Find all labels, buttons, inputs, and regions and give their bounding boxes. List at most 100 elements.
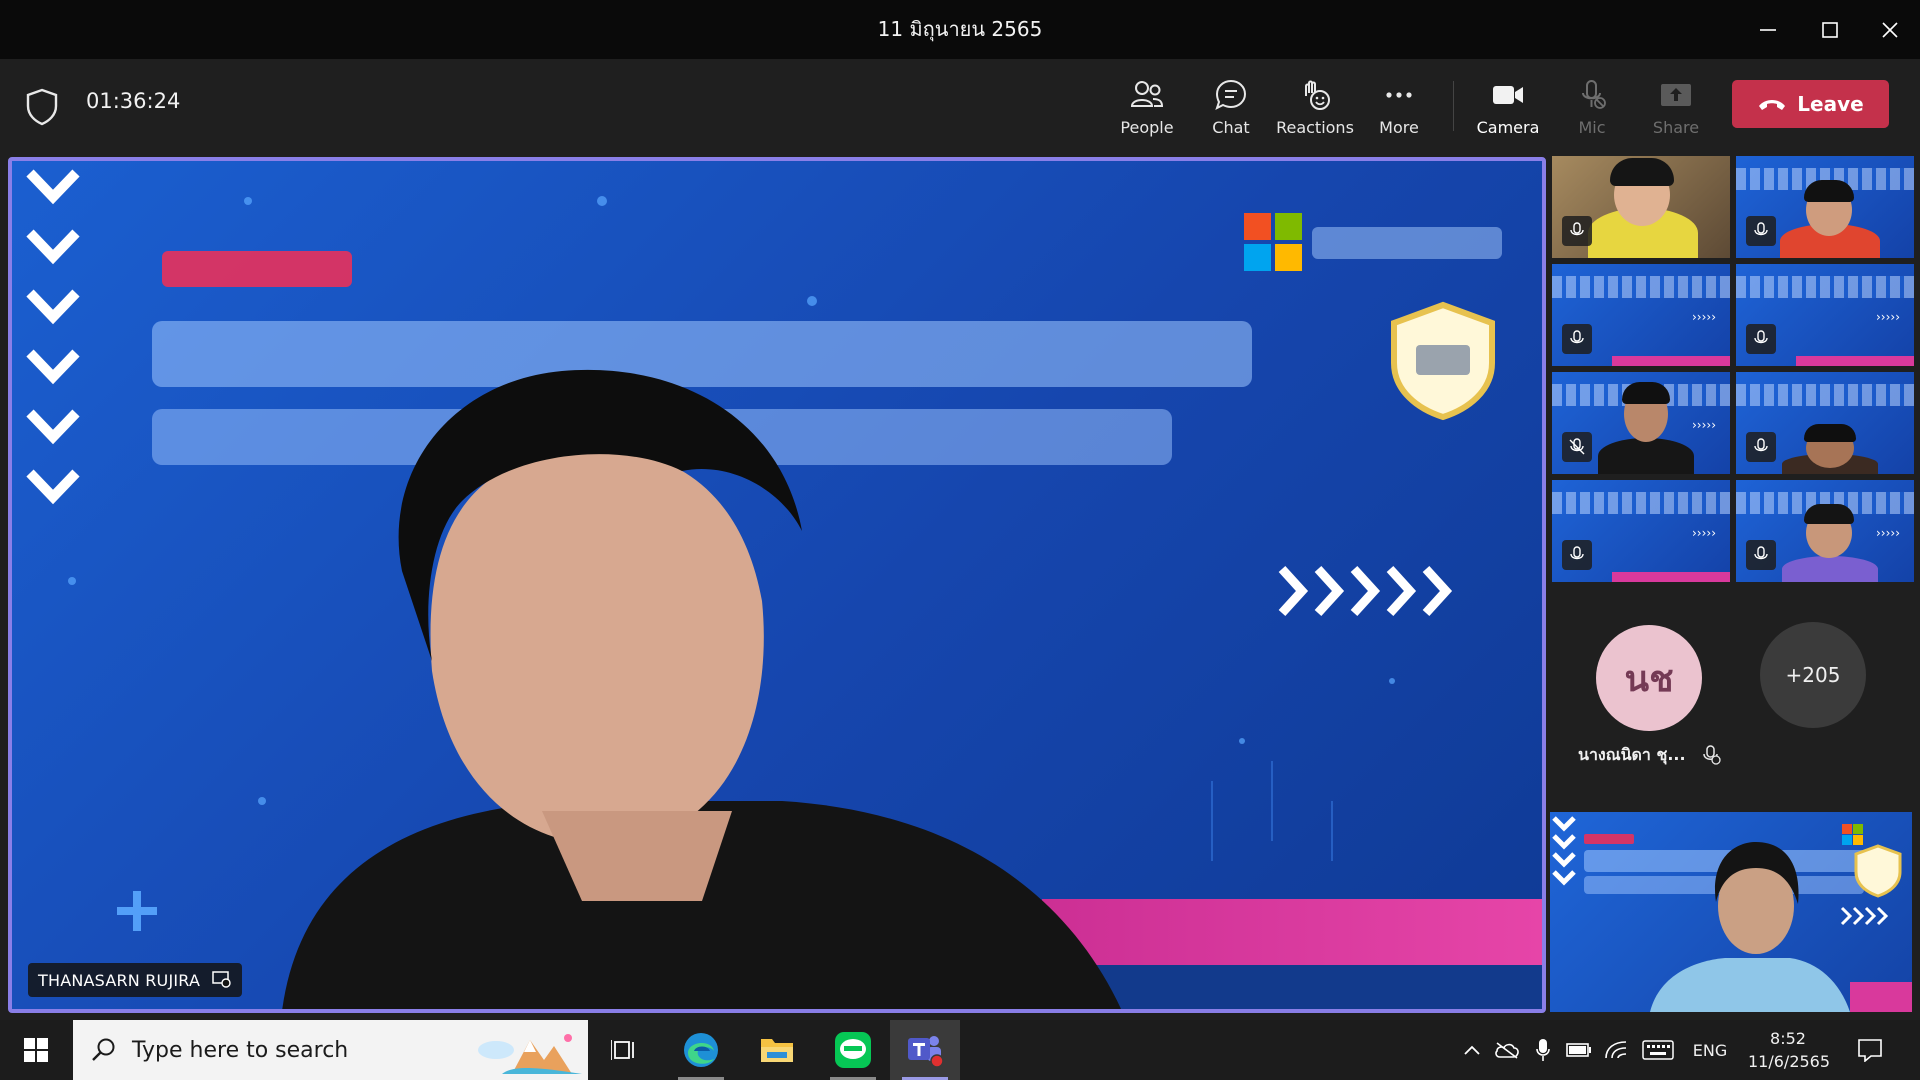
clock-time: 8:52 <box>1770 1029 1806 1048</box>
search-icon <box>92 1038 115 1061</box>
notifications-button[interactable] <box>1848 1020 1892 1080</box>
edge-icon <box>684 1033 718 1067</box>
windows-taskbar: Type here to search ENG 8:52 11/6/2565 <box>0 1020 1920 1080</box>
participant-tile[interactable]: ››››› <box>1552 372 1730 474</box>
reactions-label: Reactions <box>1276 118 1354 137</box>
hang-up-icon <box>1759 100 1786 110</box>
more-participants-button[interactable]: +205 <box>1760 622 1866 728</box>
taskbar-search-box[interactable]: Type here to search <box>73 1020 588 1080</box>
mic-icon[interactable] <box>1746 216 1776 246</box>
participant-tile[interactable]: ››››› <box>1552 264 1730 366</box>
teams-icon <box>908 1036 944 1068</box>
share-button[interactable]: Share <box>1634 73 1718 145</box>
chat-label: Chat <box>1212 118 1250 137</box>
slide-chevron-icon <box>26 229 80 265</box>
mic-icon[interactable] <box>1562 540 1592 570</box>
meeting-toolbar: 01:36:24 People Chat Reactions More Came… <box>0 59 1920 154</box>
participant-tile[interactable]: ››››› <box>1736 264 1914 366</box>
windows-logo-icon <box>24 1038 48 1062</box>
more-label: More <box>1379 118 1419 137</box>
people-icon <box>1130 81 1164 107</box>
window-title: 11 มิถุนายน 2565 <box>877 17 1043 41</box>
touch-keyboard-button[interactable] <box>1638 1020 1678 1080</box>
minimize-button[interactable] <box>1738 0 1798 59</box>
task-view-button[interactable] <box>590 1020 660 1080</box>
shield-icon[interactable] <box>24 87 60 127</box>
taskbar-teams-button[interactable] <box>890 1020 960 1080</box>
reactions-button[interactable]: Reactions <box>1273 73 1357 145</box>
taskbar-clock[interactable]: 8:52 11/6/2565 <box>1748 1027 1830 1073</box>
cloud-icon <box>1495 1042 1519 1059</box>
camera-label: Camera <box>1476 118 1540 137</box>
mic-icon[interactable] <box>1746 432 1776 462</box>
onedrive-button[interactable] <box>1492 1020 1522 1080</box>
reactions-icon <box>1305 80 1330 110</box>
mic-off-icon <box>1703 745 1721 765</box>
microsoft-wordmark-graphic <box>1312 227 1502 259</box>
participant-tile[interactable] <box>1736 156 1914 258</box>
mic-icon[interactable] <box>1562 324 1592 354</box>
presenter-icon <box>212 971 231 988</box>
battery-button[interactable] <box>1564 1020 1594 1080</box>
speaker-name: THANASARN RUJIRA <box>38 970 201 990</box>
slide-chevron-icon <box>26 349 80 385</box>
maximize-icon <box>1822 21 1838 38</box>
participant-avatar[interactable]: นช <box>1596 625 1702 731</box>
participant-tile[interactable]: ››››› <box>1736 480 1914 582</box>
chat-button[interactable]: Chat <box>1189 73 1273 145</box>
camera-icon <box>1493 86 1523 104</box>
leave-label: Leave <box>1797 92 1864 116</box>
microphone-tray-button[interactable] <box>1528 1020 1558 1080</box>
share-label: Share <box>1652 118 1700 137</box>
mic-icon[interactable] <box>1746 324 1776 354</box>
participant-tile[interactable] <box>1552 156 1730 258</box>
wifi-icon <box>1605 1041 1627 1059</box>
network-button[interactable] <box>1600 1020 1632 1080</box>
minimize-icon <box>1760 28 1776 31</box>
participant-tile[interactable]: ››››› <box>1552 480 1730 582</box>
chat-icon <box>1215 79 1247 110</box>
speaker-name-tag: THANASARN RUJIRA <box>28 963 243 997</box>
participant-tile[interactable] <box>1736 372 1914 474</box>
camera-button[interactable]: Camera <box>1466 73 1550 145</box>
self-view-tile[interactable] <box>1550 812 1912 1012</box>
notification-icon <box>1858 1039 1882 1062</box>
main-video-stage[interactable]: THANASARN RUJIRA <box>8 157 1546 1013</box>
mic-icon[interactable] <box>1562 216 1592 246</box>
show-hidden-icons-button[interactable] <box>1458 1020 1486 1080</box>
people-label: People <box>1120 118 1174 137</box>
start-button[interactable] <box>10 1020 62 1080</box>
share-icon <box>1661 84 1691 106</box>
close-button[interactable] <box>1860 0 1920 59</box>
maximize-button[interactable] <box>1800 0 1860 59</box>
slide-chevron-icon <box>26 289 80 325</box>
mic-off-icon[interactable] <box>1562 432 1592 462</box>
mie-badge-icon <box>1391 301 1495 421</box>
chevron-up-icon <box>1464 1045 1480 1055</box>
slide-chevron-icon <box>26 469 80 505</box>
line-app-icon <box>835 1032 871 1068</box>
input-language-indicator[interactable]: ENG <box>1688 1020 1732 1080</box>
search-placeholder: Type here to search <box>132 1038 349 1063</box>
leave-button[interactable]: Leave <box>1732 80 1889 128</box>
close-icon <box>1882 21 1898 38</box>
mic-icon <box>1536 1039 1550 1061</box>
toolbar-divider <box>1453 81 1454 131</box>
battery-icon <box>1566 1043 1591 1057</box>
search-highlight-illustration-icon <box>478 1034 582 1074</box>
taskbar-file-explorer-button[interactable] <box>742 1020 812 1080</box>
mic-label: Mic <box>1578 118 1606 137</box>
meeting-timer: 01:36:24 <box>86 89 181 113</box>
mic-icon[interactable] <box>1746 540 1776 570</box>
people-button[interactable]: People <box>1105 73 1189 145</box>
slide-arrows-icon <box>1278 565 1453 617</box>
mic-off-icon <box>1582 80 1606 109</box>
folder-icon <box>761 1039 793 1062</box>
mic-button[interactable]: Mic <box>1550 73 1634 145</box>
taskbar-edge-button[interactable] <box>666 1020 736 1080</box>
title-bar: 11 มิถุนายน 2565 <box>0 0 1920 59</box>
slide-chevron-icon <box>26 409 80 445</box>
taskbar-line-button[interactable] <box>818 1020 888 1080</box>
more-button[interactable]: More <box>1357 73 1441 145</box>
more-icon <box>1386 92 1412 98</box>
